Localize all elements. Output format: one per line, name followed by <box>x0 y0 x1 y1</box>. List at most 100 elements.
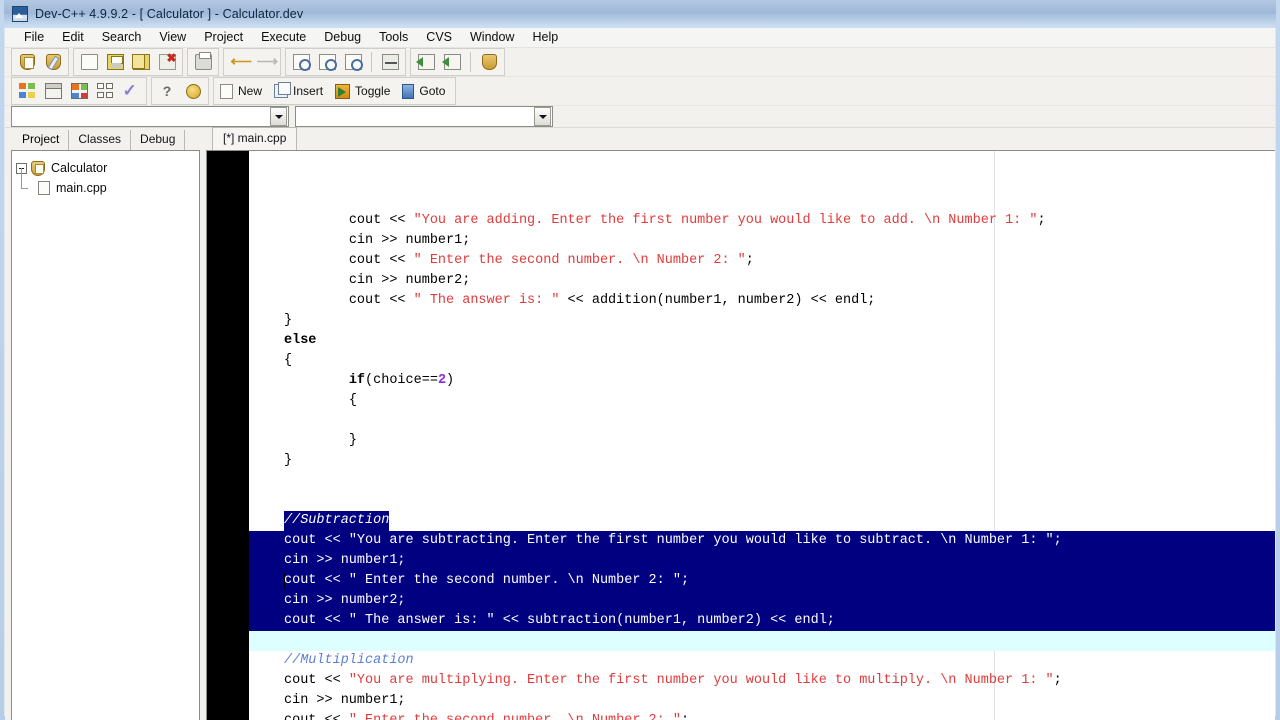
goto-line-button[interactable] <box>378 51 402 73</box>
menu-view[interactable]: View <box>150 28 195 47</box>
tree-node-file[interactable]: main.cpp <box>16 168 195 198</box>
code-line[interactable]: cin >> number1; <box>249 231 1275 251</box>
code-line[interactable]: cout << "You are multiplying. Enter the … <box>249 671 1275 691</box>
goto-button[interactable]: Goto <box>399 80 452 102</box>
printer-icon <box>194 52 212 70</box>
client-area: File Edit Search View Project Execute De… <box>4 28 1276 720</box>
code-line[interactable]: cin >> number1; <box>249 691 1275 711</box>
menu-search[interactable]: Search <box>93 28 151 47</box>
code-line[interactable]: cout << " Enter the second number. \n Nu… <box>249 711 1275 720</box>
menu-tools[interactable]: Tools <box>370 28 417 47</box>
menu-help[interactable]: Help <box>523 28 567 47</box>
editor-gutter[interactable] <box>207 151 249 720</box>
tree-node-project[interactable]: Calculator <box>16 158 195 178</box>
code-token: " Enter the second number. \n Number 2: … <box>348 573 681 588</box>
tab-project[interactable]: Project <box>13 130 70 150</box>
code-line[interactable]: cout << "You are subtracting. Enter the … <box>249 531 1275 551</box>
code-line[interactable]: cout << " The answer is: " << addition(n… <box>249 291 1275 311</box>
chevron-down-icon-2[interactable] <box>534 107 551 126</box>
code-line-text: cout << " Enter the second number. \n Nu… <box>284 253 754 268</box>
new-source-file-button[interactable] <box>41 51 65 73</box>
new-file-button[interactable] <box>77 51 101 73</box>
undo-button[interactable]: ⟵ <box>227 51 253 73</box>
code-line[interactable] <box>249 491 1275 511</box>
toggle-button[interactable]: Toggle <box>332 80 397 102</box>
insert-button[interactable]: Insert <box>271 80 330 102</box>
toolbar-group-help: ? <box>151 77 209 105</box>
save-all-icon <box>131 54 150 70</box>
code-line[interactable]: } <box>249 451 1275 471</box>
menu-cvs[interactable]: CVS <box>417 28 461 47</box>
code-token: ; <box>745 253 754 268</box>
about-button[interactable] <box>181 80 205 102</box>
class-browser-combo[interactable] <box>11 106 289 127</box>
tile-windows-button[interactable] <box>93 80 117 102</box>
save-all-button[interactable] <box>129 51 153 73</box>
code-line[interactable]: cin >> number1; <box>249 551 1275 571</box>
code-line[interactable]: cin >> number2; <box>249 271 1275 291</box>
tab-debug[interactable]: Debug <box>131 130 186 150</box>
menu-execute[interactable]: Execute <box>252 28 315 47</box>
menu-project[interactable]: Project <box>195 28 252 47</box>
window-list-button[interactable] <box>41 80 65 102</box>
menu-bar[interactable]: File Edit Search View Project Execute De… <box>5 28 1275 48</box>
code-line[interactable]: cin >> number2; <box>249 591 1275 611</box>
code-line[interactable] <box>249 471 1275 491</box>
find-button[interactable] <box>289 51 313 73</box>
close-button[interactable] <box>155 51 179 73</box>
menu-edit[interactable]: Edit <box>53 28 93 47</box>
code-line[interactable]: { <box>249 351 1275 371</box>
find-next-button[interactable] <box>315 51 339 73</box>
code-line[interactable] <box>249 631 1275 651</box>
editor-tab-main-cpp[interactable]: [*] main.cpp <box>212 127 298 150</box>
code-line[interactable]: else <box>249 331 1275 351</box>
code-line[interactable]: { <box>249 391 1275 411</box>
toggle-label: Toggle <box>355 84 391 98</box>
redo-button[interactable]: ⟶ <box>253 51 279 73</box>
menu-window[interactable]: Window <box>461 28 523 47</box>
project-manager-button[interactable] <box>15 80 39 102</box>
help-button[interactable]: ? <box>155 80 179 102</box>
compile-and-run-button[interactable] <box>477 51 501 73</box>
run-button[interactable] <box>440 51 464 73</box>
project-tree[interactable]: Calculator main.cpp <box>11 150 200 720</box>
new-bookmark-button[interactable]: New <box>217 80 269 102</box>
code-line[interactable]: //Subtraction <box>249 511 1275 531</box>
code-token: else <box>284 333 317 348</box>
print-button[interactable] <box>191 51 215 73</box>
open-project-button[interactable] <box>15 51 39 73</box>
code-line[interactable]: } <box>249 311 1275 331</box>
code-line[interactable]: cout << " Enter the second number. \n Nu… <box>249 571 1275 591</box>
code-token: " Enter the second number. \n Number 2: … <box>349 713 681 720</box>
code-line[interactable]: if(choice==2) <box>249 371 1275 391</box>
member-browser-combo[interactable] <box>295 106 553 127</box>
grid-outline-icon <box>96 83 114 99</box>
code-line[interactable] <box>249 411 1275 431</box>
code-token: " The answer is: " <box>413 293 560 308</box>
tab-classes[interactable]: Classes <box>69 130 132 150</box>
toolbar-group-file <box>73 48 183 76</box>
source-file-icon <box>38 181 50 195</box>
code-line[interactable]: cout << " The answer is: " << subtractio… <box>249 611 1275 631</box>
toolbar-group-build <box>410 48 505 76</box>
code-editor[interactable]: cout << "You are adding. Enter the first… <box>206 150 1275 720</box>
code-line[interactable]: cout << " Enter the second number. \n Nu… <box>249 251 1275 271</box>
code-text-area[interactable]: cout << "You are adding. Enter the first… <box>249 151 1275 720</box>
code-line[interactable]: //Multiplication <box>249 651 1275 671</box>
replace-button[interactable] <box>341 51 365 73</box>
menu-file[interactable]: File <box>15 28 53 47</box>
code-token: cin >> number2; <box>348 273 471 288</box>
chevron-down-icon[interactable] <box>270 107 287 126</box>
save-button[interactable] <box>103 51 127 73</box>
syntax-check-button[interactable]: ✓ <box>119 80 143 102</box>
text-caret <box>284 573 285 589</box>
menu-debug[interactable]: Debug <box>315 28 370 47</box>
code-line[interactable]: cout << "You are adding. Enter the first… <box>249 211 1275 231</box>
palette-button[interactable] <box>67 80 91 102</box>
editor-panel: [*] main.cpp cout << "You are adding. En… <box>202 127 1275 720</box>
code-line-text: cout << "You are subtracting. Enter the … <box>249 531 1062 551</box>
code-token: } <box>284 453 293 468</box>
toolbar-group-bookmarks: New Insert Toggle Goto <box>213 77 457 105</box>
code-line[interactable]: } <box>249 431 1275 451</box>
compile-button[interactable] <box>414 51 438 73</box>
